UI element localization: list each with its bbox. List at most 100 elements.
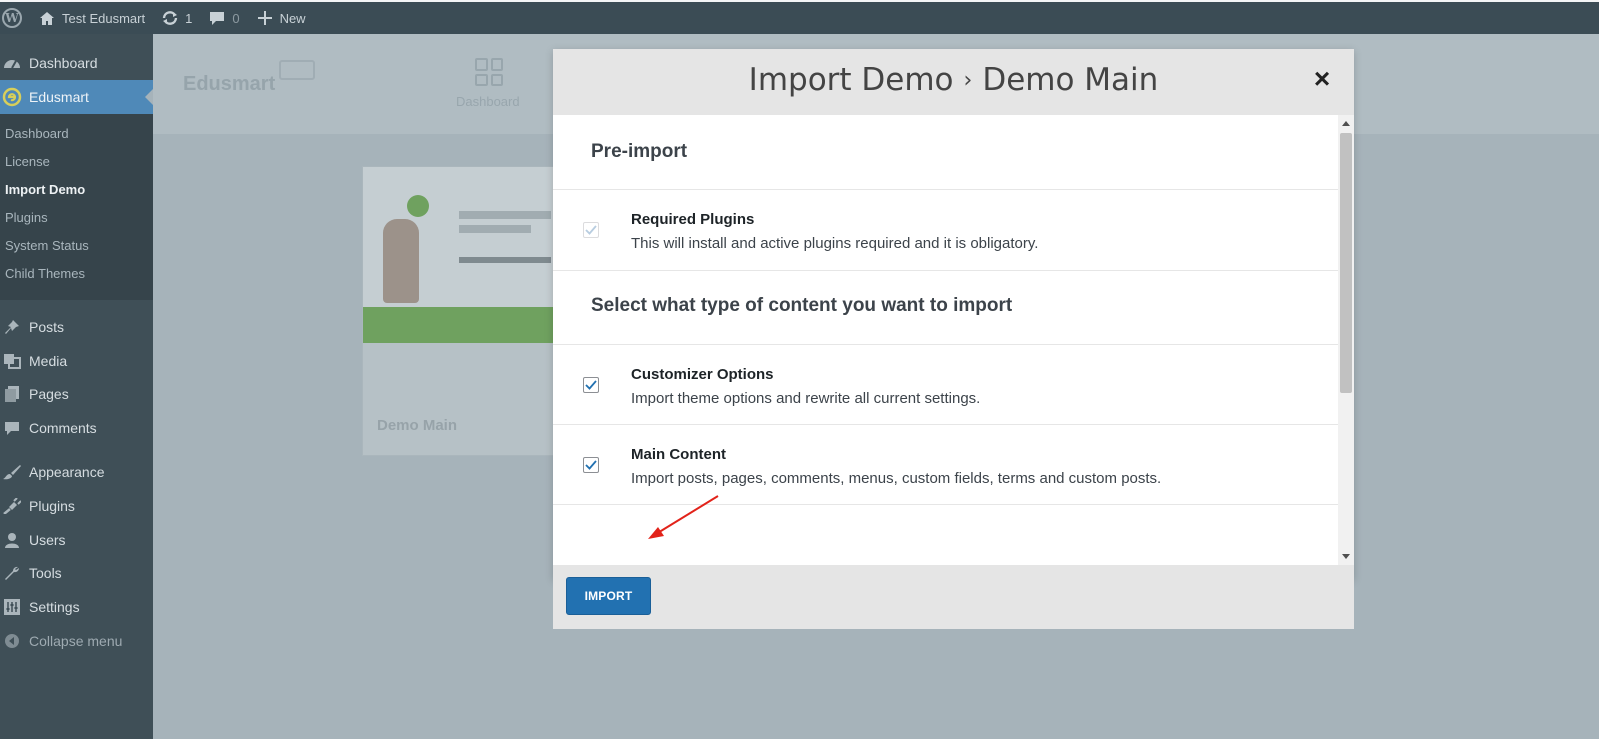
collapse-menu-button[interactable]: Collapse menu (0, 624, 153, 658)
breadcrumb-separator-icon: › (963, 68, 973, 93)
collapse-menu-label: Collapse menu (29, 633, 123, 649)
demo-thumbnail-line (459, 211, 551, 219)
brand-badge (279, 60, 315, 80)
main-content-checkbox[interactable] (583, 457, 599, 473)
admin-sidebar-lower: Posts Media Pages Comments Appearance Pl… (0, 300, 153, 739)
submenu-import-demo[interactable]: Import Demo (5, 182, 85, 197)
home-icon (38, 9, 56, 27)
settings-sliders-icon (2, 598, 22, 616)
scroll-thumb[interactable] (1340, 133, 1352, 393)
demo-thumbnail-strip (363, 307, 563, 343)
plug-icon (2, 497, 22, 515)
updates-link[interactable]: 1 (153, 2, 200, 34)
menu-item-tools[interactable]: Tools (0, 556, 153, 590)
demo-thumbnail-line (459, 257, 551, 263)
checkmark-icon (585, 225, 597, 235)
required-plugins-checkbox[interactable] (583, 222, 599, 238)
required-plugins-option: Required Plugins This will install and a… (553, 190, 1338, 270)
collapse-arrow-icon (2, 632, 22, 650)
demo-thumbnail-person (383, 219, 419, 303)
submenu-child-themes[interactable]: Child Themes (5, 266, 85, 281)
checkmark-icon (585, 460, 597, 470)
menu-item-appearance[interactable]: Appearance (0, 455, 153, 489)
menu-label-posts: Posts (29, 319, 65, 335)
customizer-options-title: Customizer Options (631, 366, 774, 383)
import-button[interactable]: IMPORT (566, 577, 651, 615)
menu-label-tools: Tools (29, 565, 62, 581)
menu-label-comments: Comments (29, 420, 97, 436)
main-content-description: Import posts, pages, comments, menus, cu… (631, 470, 1162, 487)
modal-scrollbar[interactable] (1338, 115, 1354, 565)
modal-header: Import Demo › Demo Main × (553, 49, 1354, 115)
comment-bubble-icon (208, 9, 226, 27)
demo-card: Demo Main (362, 166, 563, 456)
updates-icon (161, 9, 179, 27)
menu-item-comments[interactable]: Comments (0, 411, 153, 445)
menu-label-appearance: Appearance (29, 464, 105, 480)
admin-bar: W Test Edusmart 1 0 New (0, 0, 1599, 34)
site-name-link[interactable]: Test Edusmart (30, 2, 153, 34)
user-icon (2, 531, 22, 549)
edusmart-submenu: Dashboard License Import Demo Plugins Sy… (0, 114, 153, 300)
wp-logo-menu[interactable]: W (0, 2, 30, 34)
submenu-license[interactable]: License (5, 154, 50, 169)
submenu-dashboard[interactable]: Dashboard (5, 126, 69, 141)
scroll-down-arrow-icon[interactable] (1342, 554, 1350, 559)
pages-icon (2, 385, 22, 403)
demo-thumbnail (363, 167, 563, 307)
menu-label-media: Media (29, 353, 68, 369)
demo-card-title: Demo Main (377, 417, 458, 434)
menu-item-settings[interactable]: Settings (0, 590, 153, 624)
submenu-plugins[interactable]: Plugins (5, 210, 48, 225)
modal-title: Import Demo › Demo Main (553, 62, 1354, 98)
dashboard-grid-icon (475, 58, 503, 86)
main-content-option: Main Content Import posts, pages, commen… (553, 425, 1338, 505)
new-label: New (279, 10, 306, 26)
demo-thumbnail-badge (407, 195, 429, 217)
menu-label-plugins: Plugins (29, 498, 75, 514)
required-plugins-description: This will install and active plugins req… (631, 235, 1039, 252)
pre-import-heading: Pre-import (591, 141, 688, 162)
menu-item-posts[interactable]: Posts (0, 310, 153, 344)
modal-title-demo-name: Demo Main (982, 62, 1159, 98)
menu-item-users[interactable]: Users (0, 523, 153, 557)
demo-thumbnail-line (459, 225, 531, 233)
dashboard-gauge-icon (2, 54, 22, 72)
menu-label-dashboard: Dashboard (29, 55, 98, 71)
comments-link[interactable]: 0 (200, 2, 247, 34)
brand-name: Edusmart (183, 73, 276, 95)
customizer-options-description: Import theme options and rewrite all cur… (631, 390, 981, 407)
scroll-up-arrow-icon[interactable] (1342, 121, 1350, 126)
dashboard-tab-label: Dashboard (456, 94, 520, 109)
menu-label-settings: Settings (29, 599, 80, 615)
edusmart-logo-icon (2, 87, 22, 107)
required-plugins-title: Required Plugins (631, 211, 755, 228)
modal-footer: IMPORT (553, 565, 1354, 629)
menu-label-pages: Pages (29, 386, 69, 402)
divider (553, 504, 1338, 505)
submenu-system-status[interactable]: System Status (5, 238, 89, 253)
modal-body: Pre-import Required Plugins This will in… (553, 115, 1338, 565)
customizer-options-option: Customizer Options Import theme options … (553, 345, 1338, 425)
paintbrush-icon (2, 463, 22, 481)
comments-icon (2, 419, 22, 437)
menu-item-plugins[interactable]: Plugins (0, 489, 153, 523)
wrench-icon (2, 564, 22, 582)
close-button[interactable]: × (1310, 65, 1334, 93)
site-name: Test Edusmart (62, 10, 146, 26)
customizer-options-checkbox[interactable] (583, 377, 599, 393)
menu-item-media[interactable]: Media (0, 344, 153, 378)
menu-label-edusmart: Edusmart (29, 89, 89, 105)
updates-count: 1 (185, 10, 193, 26)
menu-item-pages[interactable]: Pages (0, 377, 153, 411)
modal-title-import-demo: Import Demo (748, 62, 954, 98)
pin-icon (2, 318, 22, 336)
menu-item-dashboard[interactable]: Dashboard (0, 46, 153, 80)
media-icon (2, 352, 22, 370)
new-content-link[interactable]: New (248, 2, 314, 34)
menu-item-edusmart[interactable]: Edusmart (0, 80, 153, 114)
main-content-title: Main Content (631, 446, 726, 463)
comments-count: 0 (232, 10, 240, 26)
divider (553, 270, 1338, 271)
import-demo-modal: Import Demo › Demo Main × Pre-import Requi… (553, 49, 1354, 629)
